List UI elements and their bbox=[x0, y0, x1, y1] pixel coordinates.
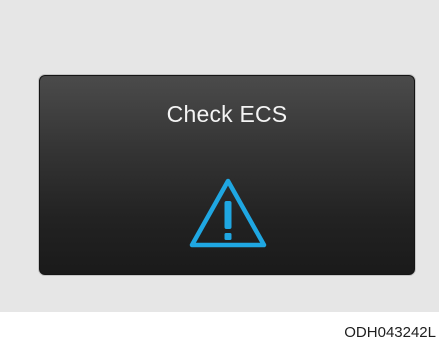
figure-background: Check ECS bbox=[0, 0, 439, 312]
cluster-warning-display: Check ECS bbox=[38, 74, 416, 276]
warning-triangle-icon bbox=[189, 178, 267, 248]
warning-message: Check ECS bbox=[166, 101, 288, 127]
figure-code: ODH043242L bbox=[344, 324, 436, 341]
